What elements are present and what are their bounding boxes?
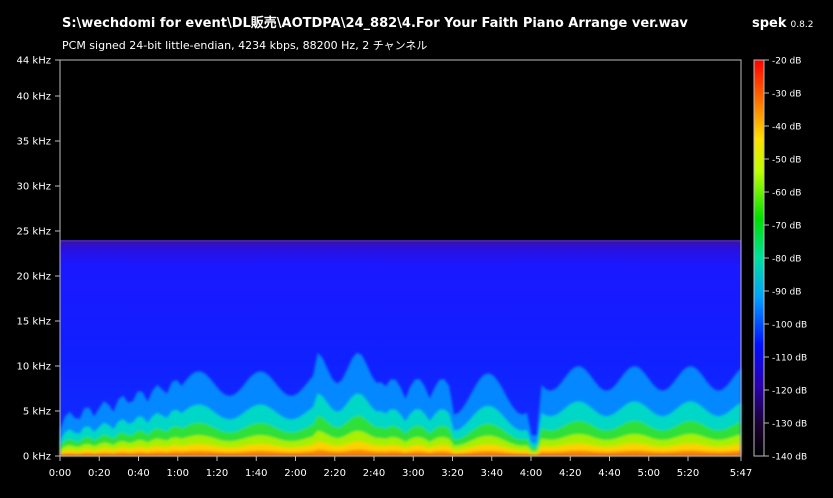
y-tick-label: 25 kHz	[17, 227, 51, 238]
x-tick-label: 4:20	[559, 468, 581, 479]
y-tick-label: 0 kHz	[23, 452, 51, 463]
colorbar-tick-label: -60 dB	[772, 189, 801, 199]
colorbar-tick-label: -80 dB	[772, 255, 801, 265]
x-tick-label: 3:20	[441, 468, 463, 479]
y-tick-label: 35 kHz	[17, 137, 51, 148]
x-tick-label: 1:40	[245, 468, 267, 479]
x-tick-label: 2:00	[284, 468, 306, 479]
colorbar-tick-label: -130 dB	[772, 420, 807, 430]
colorbar-tick-label: -50 dB	[772, 156, 801, 166]
x-tick-label: 4:00	[520, 468, 542, 479]
x-tick-label: 0:40	[127, 468, 149, 479]
x-tick-label: 4:40	[598, 468, 620, 479]
x-tick-label: 2:40	[363, 468, 385, 479]
y-tick-label: 20 kHz	[17, 272, 51, 283]
y-tick-label: 10 kHz	[17, 362, 51, 373]
colorbar	[753, 59, 765, 457]
colorbar-tick-label: -120 dB	[772, 387, 807, 397]
colorbar-tick-label: -20 dB	[772, 57, 801, 67]
x-tick-label: 5:00	[638, 468, 660, 479]
x-tick-label: 3:40	[481, 468, 503, 479]
x-tick-label: 3:00	[402, 468, 424, 479]
y-tick-label: 30 kHz	[17, 182, 51, 193]
spectrogram-chart: 0 kHz 5 kHz 10 kHz 15 kHz 20 kHz 25 kHz 30 kHz…	[17, 56, 808, 480]
frequency-axis: 0 kHz 5 kHz 10 kHz 15 kHz 20 kHz 25 kHz 30 kHz…	[17, 56, 60, 463]
x-tick-label: 1:20	[206, 468, 228, 479]
colorbar-tick-label: -140 dB	[772, 453, 807, 463]
y-tick-label: 5 kHz	[23, 407, 51, 418]
x-tick-label: 0:00	[49, 468, 71, 479]
colorbar-axis: -20 dB -30 dB -40 dB -50 dB -60 dB -70 dB -80 …	[764, 57, 807, 463]
y-tick-label: 15 kHz	[17, 317, 51, 328]
colorbar-tick-label: -100 dB	[772, 321, 807, 331]
colorbar-tick-label: -30 dB	[772, 90, 801, 100]
x-tick-label: 1:00	[167, 468, 189, 479]
colorbar-tick-label: -40 dB	[772, 123, 801, 133]
time-axis: 0:00 0:20 0:40 1:00 1:20 1:40 2:00 2:20 2:40 3:00…	[49, 456, 752, 479]
x-tick-label: 0:20	[88, 468, 110, 479]
x-tick-label: 2:20	[324, 468, 346, 479]
x-tick-label: 5:20	[677, 468, 699, 479]
colorbar-tick-label: -70 dB	[772, 222, 801, 232]
colorbar-tick-label: -90 dB	[772, 288, 801, 298]
y-tick-label: 44 kHz	[17, 56, 51, 67]
x-tick-label: 5:47	[730, 468, 752, 479]
y-tick-label: 40 kHz	[17, 92, 51, 103]
colorbar-tick-label: -110 dB	[772, 354, 807, 364]
